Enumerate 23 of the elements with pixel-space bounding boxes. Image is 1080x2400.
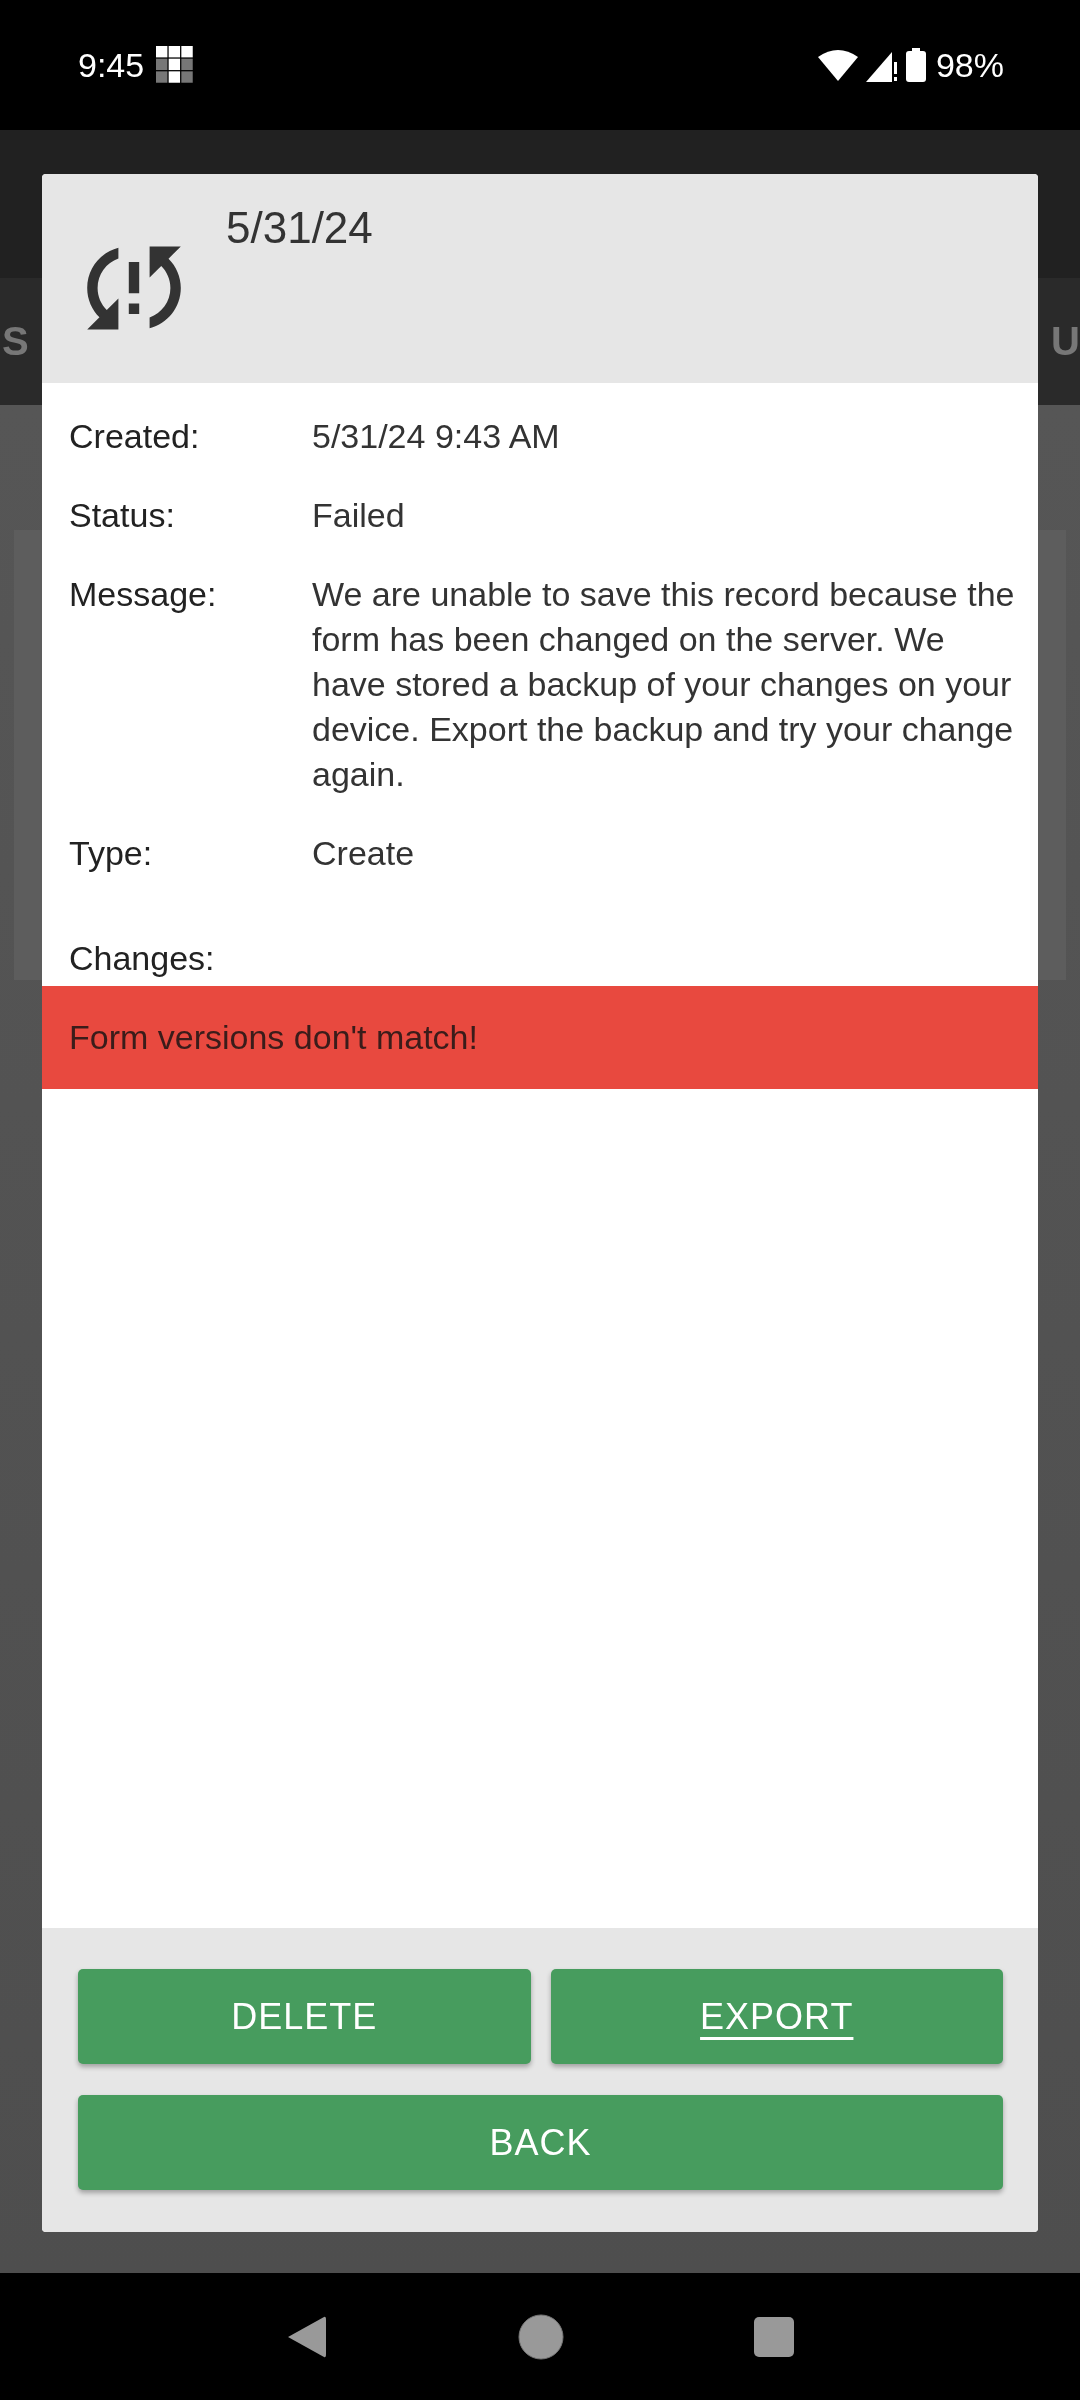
- tab-label: U: [1051, 319, 1080, 364]
- field-value: We are unable to save this record because the form has been changed on the server. We have stored a backup of your changes on your device. Export the backup and try your change again.: [312, 574, 1016, 795]
- home-icon[interactable]: [518, 2313, 564, 2360]
- action-button[interactable]: DELETE: [78, 1969, 531, 2064]
- wifi-icon: [817, 49, 858, 81]
- field-label: Created:: [69, 416, 201, 457]
- battery-percent: 98%: [935, 45, 1004, 85]
- action-button[interactable]: BACK: [78, 2095, 1003, 2190]
- status-time: 9:45: [78, 45, 145, 85]
- dialog-title: 5/31/24: [226, 206, 373, 250]
- field-value: Failed: [312, 495, 406, 536]
- field-value: Create: [312, 833, 416, 874]
- recents-icon[interactable]: [754, 2316, 794, 2357]
- grid-icon: [156, 46, 195, 84]
- field-label: Status:: [69, 495, 176, 536]
- battery-icon: [905, 48, 926, 82]
- error-banner: Form versions don't match!: [42, 986, 1038, 1089]
- action-button[interactable]: EXPORT: [550, 1969, 1003, 2064]
- field-value: 5/31/24 9:43 AM: [312, 416, 561, 457]
- field-label: Message:: [69, 574, 218, 615]
- field-label: Type:: [69, 833, 154, 874]
- tab-label: S: [2, 319, 29, 364]
- changes-label: Changes:: [68, 938, 216, 979]
